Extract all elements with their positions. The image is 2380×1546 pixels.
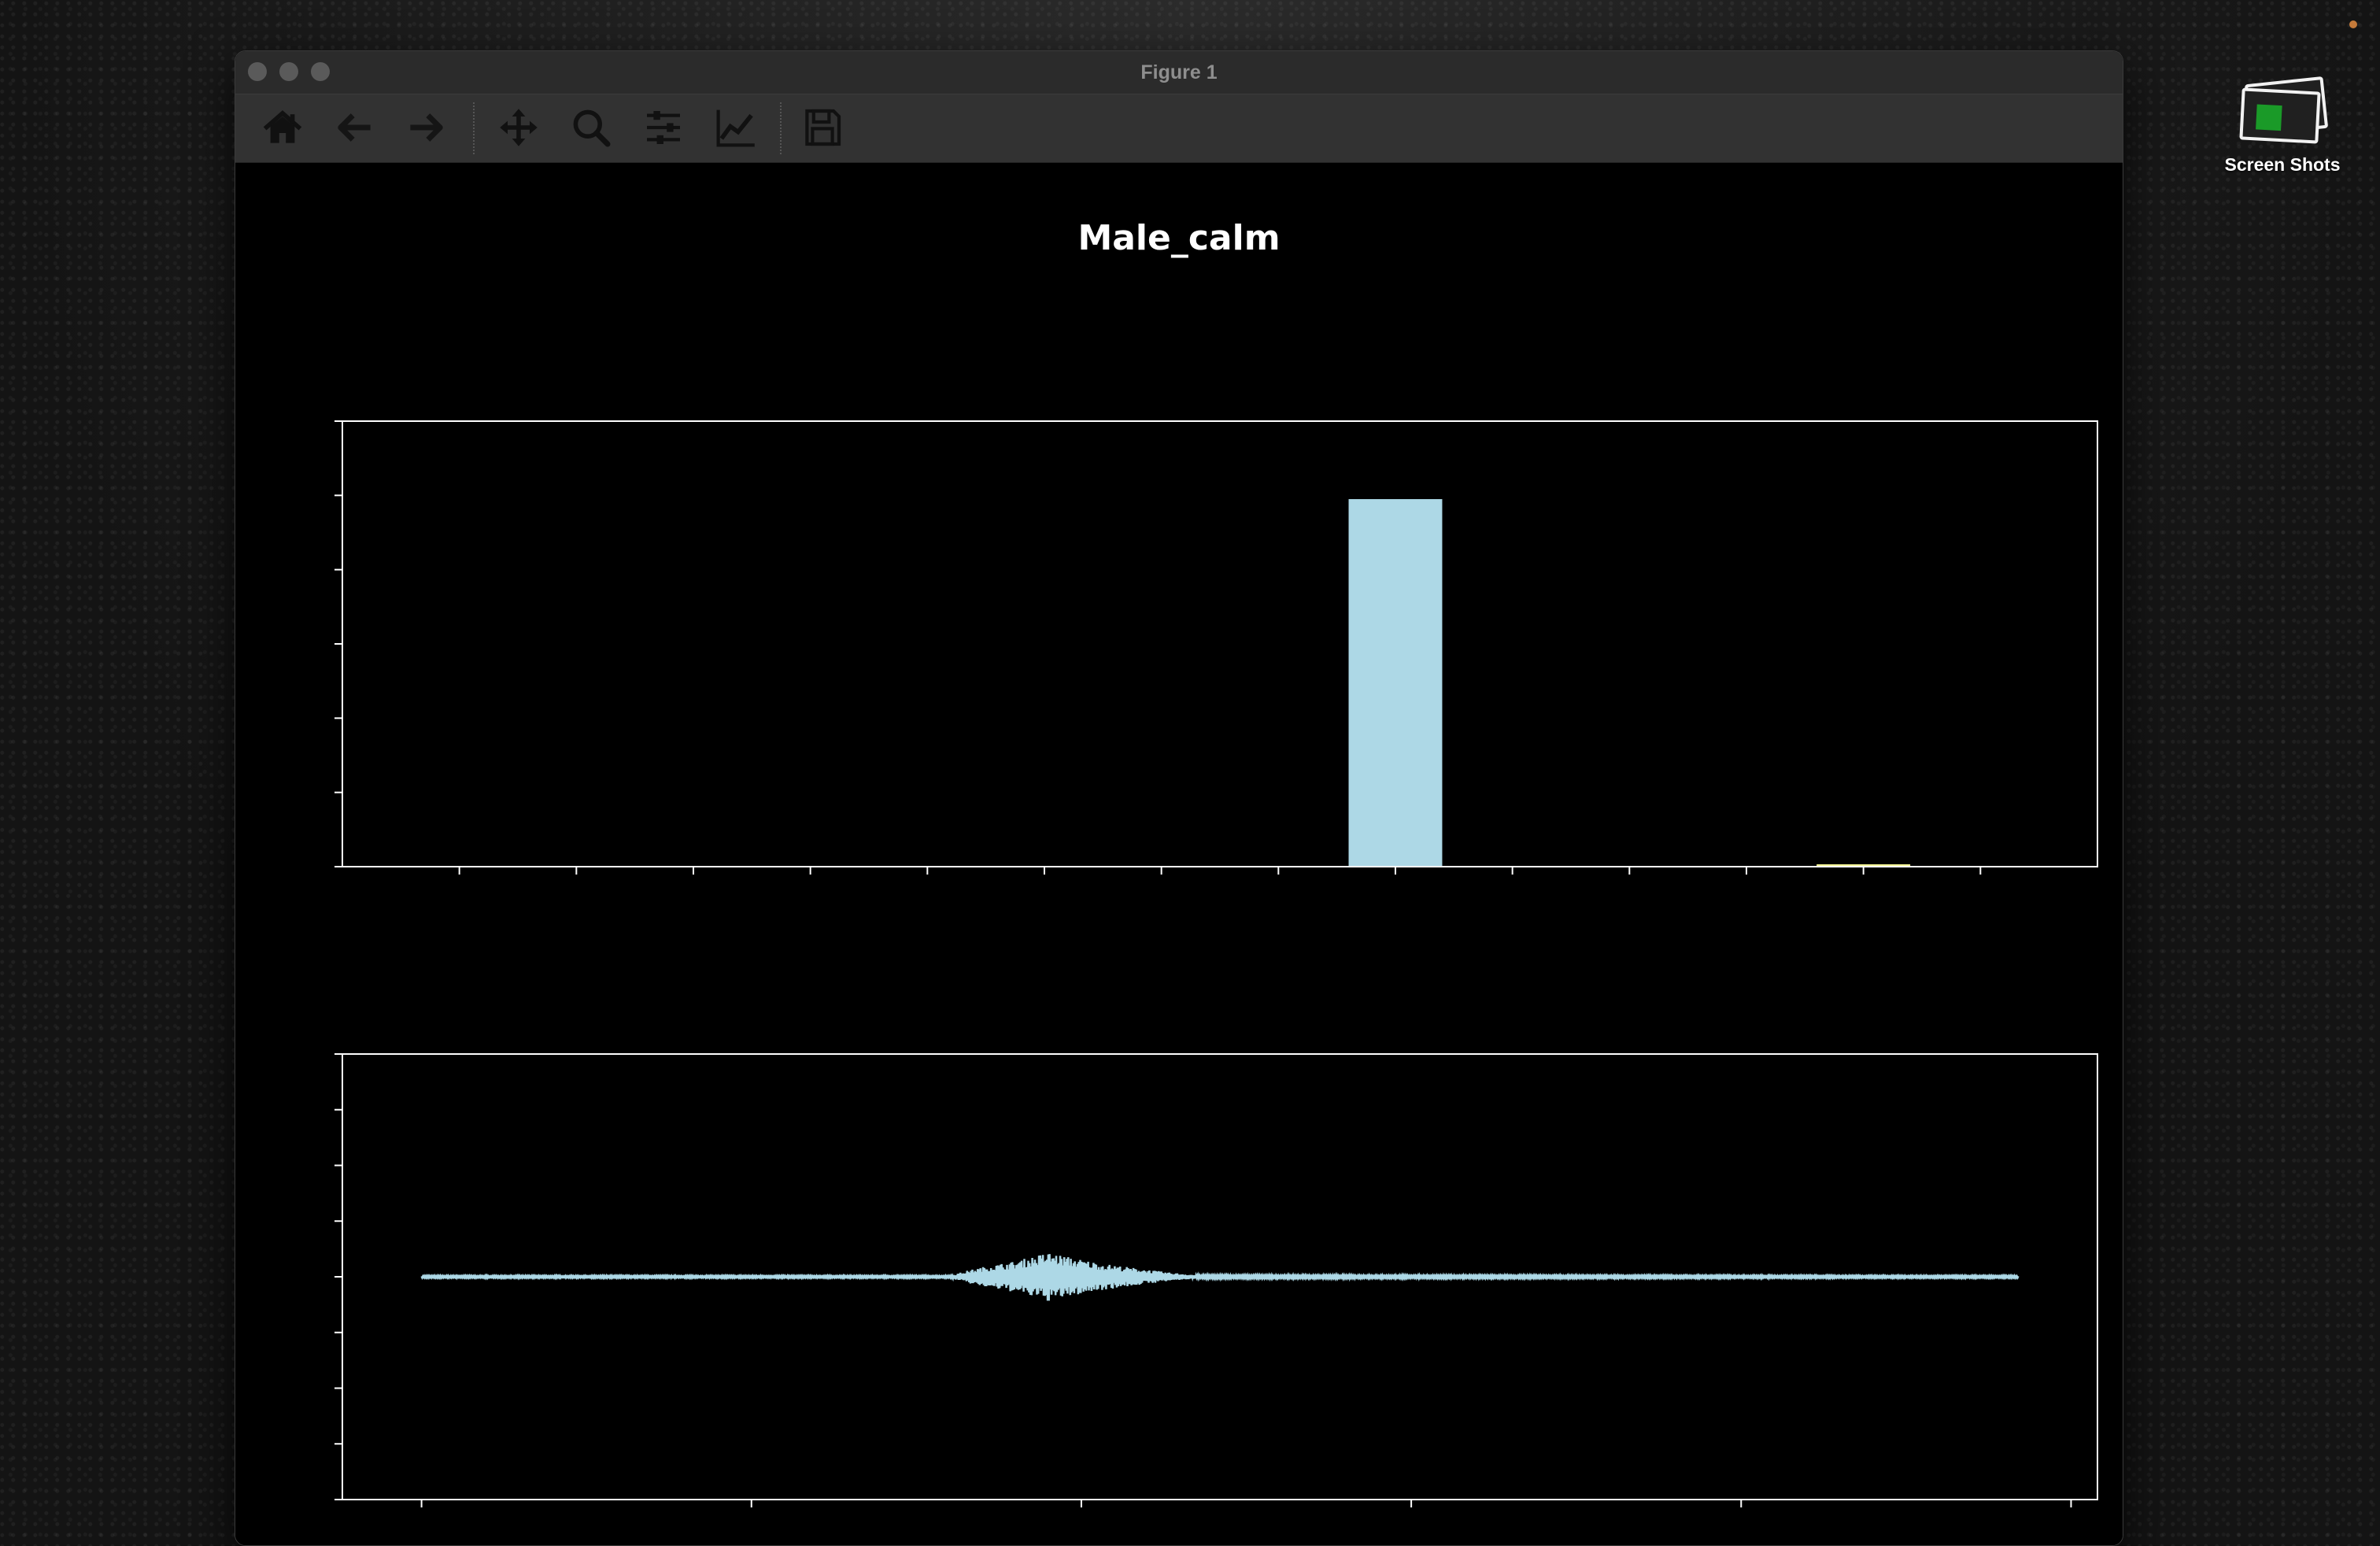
title-bar[interactable]: Figure 1 xyxy=(235,51,2123,94)
save-icon xyxy=(805,109,841,146)
figure-canvas: Male_calm xyxy=(235,163,2123,1545)
toolbar-separator xyxy=(780,102,783,154)
bar-axes-frame xyxy=(342,420,2098,867)
configure-subplots-button[interactable] xyxy=(638,102,689,153)
back-icon xyxy=(338,113,371,142)
edit-axis-button[interactable] xyxy=(711,102,761,153)
screen-shots-folder[interactable]: Screen Shots xyxy=(2204,76,2361,176)
waveform-axes xyxy=(334,1053,2098,1507)
forward-button[interactable] xyxy=(401,102,451,153)
figure-window: Figure 1 Male_calm xyxy=(235,50,2123,1546)
home-icon xyxy=(263,110,302,143)
pan-icon xyxy=(500,109,538,146)
forward-icon xyxy=(410,113,443,142)
toolbar xyxy=(235,94,2123,163)
figure-title: Male_calm xyxy=(1077,218,1280,258)
figure-svg: Male_calm xyxy=(334,218,2098,1507)
status-dot xyxy=(2349,20,2357,28)
zoom-icon xyxy=(573,109,611,147)
save-button[interactable] xyxy=(797,102,848,153)
waveform-line xyxy=(420,1254,2020,1301)
configure-subplots-icon xyxy=(647,111,680,144)
bar-chart-axes xyxy=(334,420,2098,875)
back-button[interactable] xyxy=(330,102,380,153)
pan-button[interactable] xyxy=(493,102,544,153)
bar-male_calm xyxy=(1348,499,1443,867)
screenshot-thumbnail-icon xyxy=(2236,76,2329,144)
edit-axis-icon xyxy=(716,109,755,147)
toolbar-separator xyxy=(473,102,476,154)
folder-label: Screen Shots xyxy=(2224,154,2341,175)
zoom-button[interactable] xyxy=(566,102,616,153)
home-button[interactable] xyxy=(257,102,308,153)
window-title: Figure 1 xyxy=(1140,61,1218,83)
